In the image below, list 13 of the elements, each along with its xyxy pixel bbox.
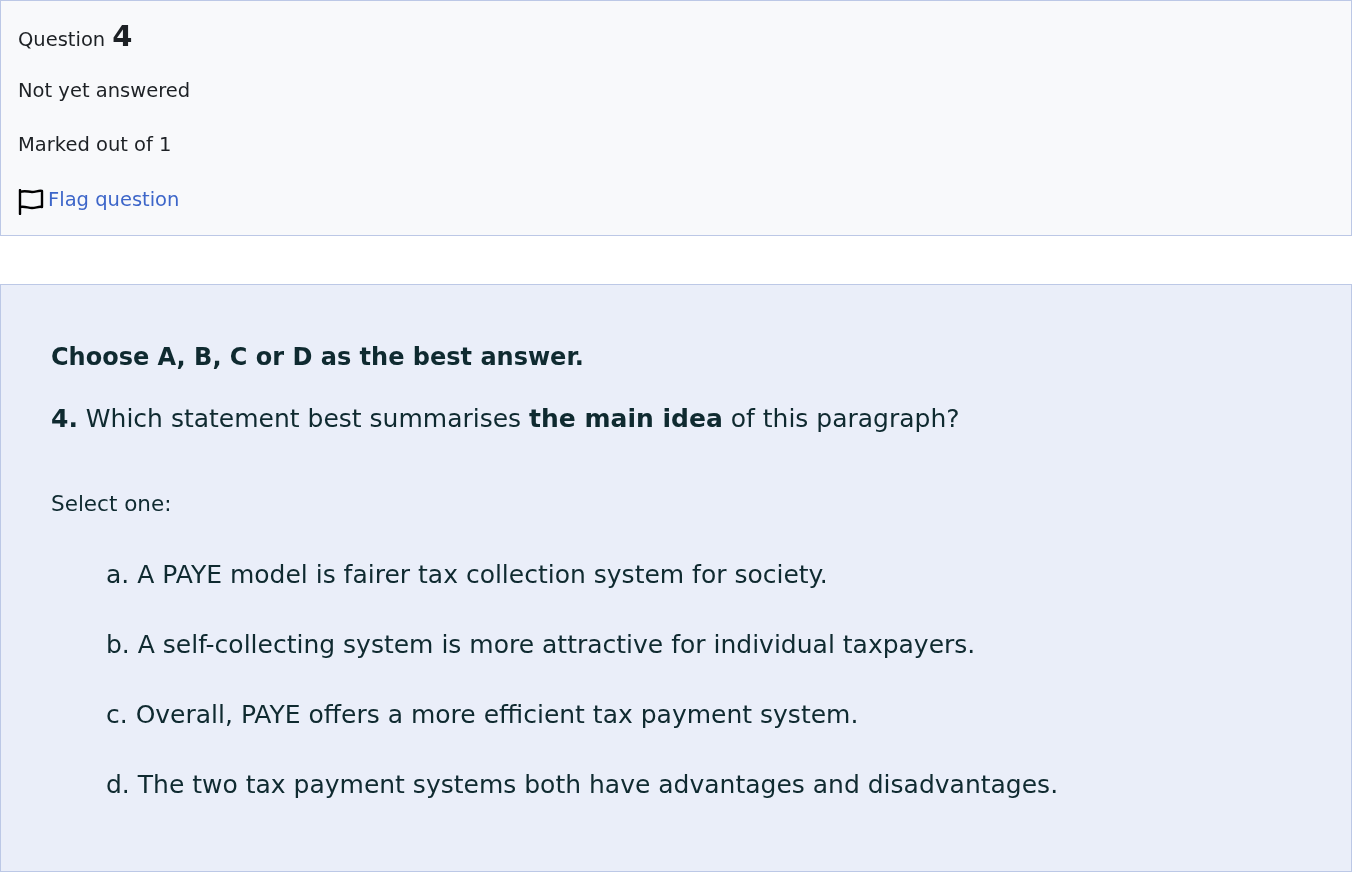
select-prompt: Select one: bbox=[51, 490, 173, 518]
answer-option[interactable]: a. A PAYE model is fairer tax collection system for society. bbox=[106, 555, 1311, 595]
instruction-text: Choose A, B, C or D as the best answer. bbox=[51, 342, 585, 373]
answer-option[interactable]: d. The two tax payment systems both have advantages and disadvantages. bbox=[106, 765, 1311, 805]
flag-icon bbox=[18, 189, 44, 215]
grade-text: Marked out of 1 bbox=[18, 132, 173, 158]
question-label: Question bbox=[18, 28, 106, 51]
flag-question-link[interactable]: Flag question bbox=[18, 183, 180, 215]
answer-option[interactable]: c. Overall, PAYE offers a more efficient tax payment system. bbox=[106, 695, 1311, 735]
answer-state: Not yet answered bbox=[18, 78, 192, 104]
answer-option[interactable]: b. A self-collecting system is more attractive for individual taxpayers. bbox=[106, 625, 1311, 665]
question-text: 4. Which statement best summarises the main idea of this paragraph? bbox=[51, 403, 961, 435]
question-number: 4 bbox=[112, 19, 133, 53]
